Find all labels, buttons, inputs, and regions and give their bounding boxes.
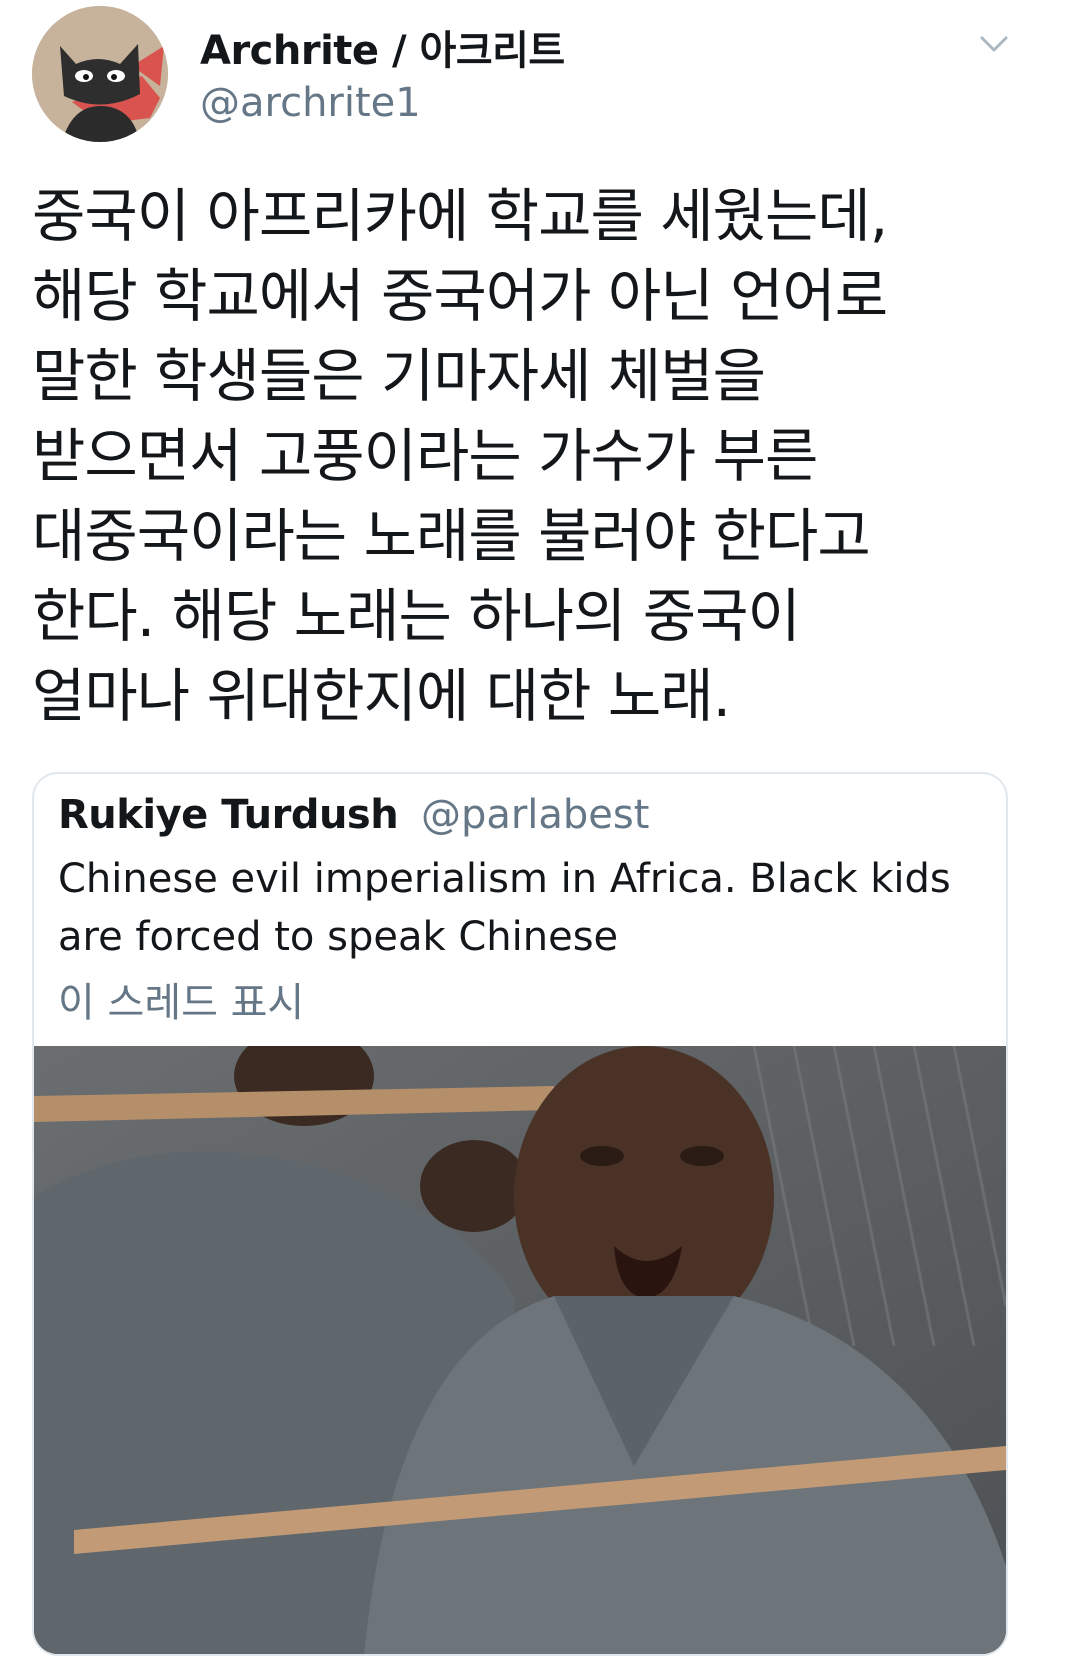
quoted-tweet-header: Rukiye Turdush @parlabest — [58, 792, 649, 838]
tweet-text-line: 중국이 아프리카에 학교를 세웠는데, — [32, 182, 888, 250]
author-handle[interactable]: @archrite1 — [200, 80, 421, 126]
quoted-tweet-card[interactable]: Rukiye Turdush @parlabest Chinese evil i… — [32, 772, 1008, 1656]
cat-avatar-icon — [32, 6, 168, 142]
avatar[interactable] — [32, 6, 168, 142]
tweet: Archrite / 아크리트 @archrite1 중국이 아프리카에 학교를… — [0, 0, 1068, 1656]
crying-child-photo — [34, 1046, 1006, 1654]
quoted-text-line: Chinese evil imperialism in Africa. Blac… — [58, 856, 951, 902]
author-display-name[interactable]: Archrite / 아크리트 — [200, 18, 565, 76]
chevron-down-icon[interactable] — [978, 28, 1010, 60]
quoted-text-line: are forced to speak Chinese — [58, 914, 619, 960]
quoted-author-name[interactable]: Rukiye Turdush — [58, 792, 399, 838]
tweet-text-line: 대중국이라는 노래를 불러야 한다고 — [32, 502, 871, 570]
tweet-text-line: 받으면서 고풍이라는 가수가 부른 — [32, 422, 818, 490]
tweet-text-line: 얼마나 위대한지에 대한 노래. — [32, 662, 731, 730]
tweet-text: 중국이 아프리카에 학교를 세웠는데, 해당 학교에서 중국어가 아닌 언어로 … — [32, 176, 1032, 736]
quoted-tweet-text: Chinese evil imperialism in Africa. Blac… — [58, 850, 988, 966]
tweet-text-line: 한다. 해당 노래는 하나의 중국이 — [32, 582, 801, 650]
quoted-media-image[interactable] — [34, 1046, 1006, 1654]
tweet-text-line: 말한 학생들은 기마자세 체벌을 — [32, 342, 766, 410]
quoted-author-handle[interactable]: @parlabest — [421, 792, 650, 838]
tweet-text-line: 해당 학교에서 중국어가 아닌 언어로 — [32, 262, 888, 330]
show-thread-link[interactable]: 이 스레드 표시 — [58, 970, 304, 1028]
